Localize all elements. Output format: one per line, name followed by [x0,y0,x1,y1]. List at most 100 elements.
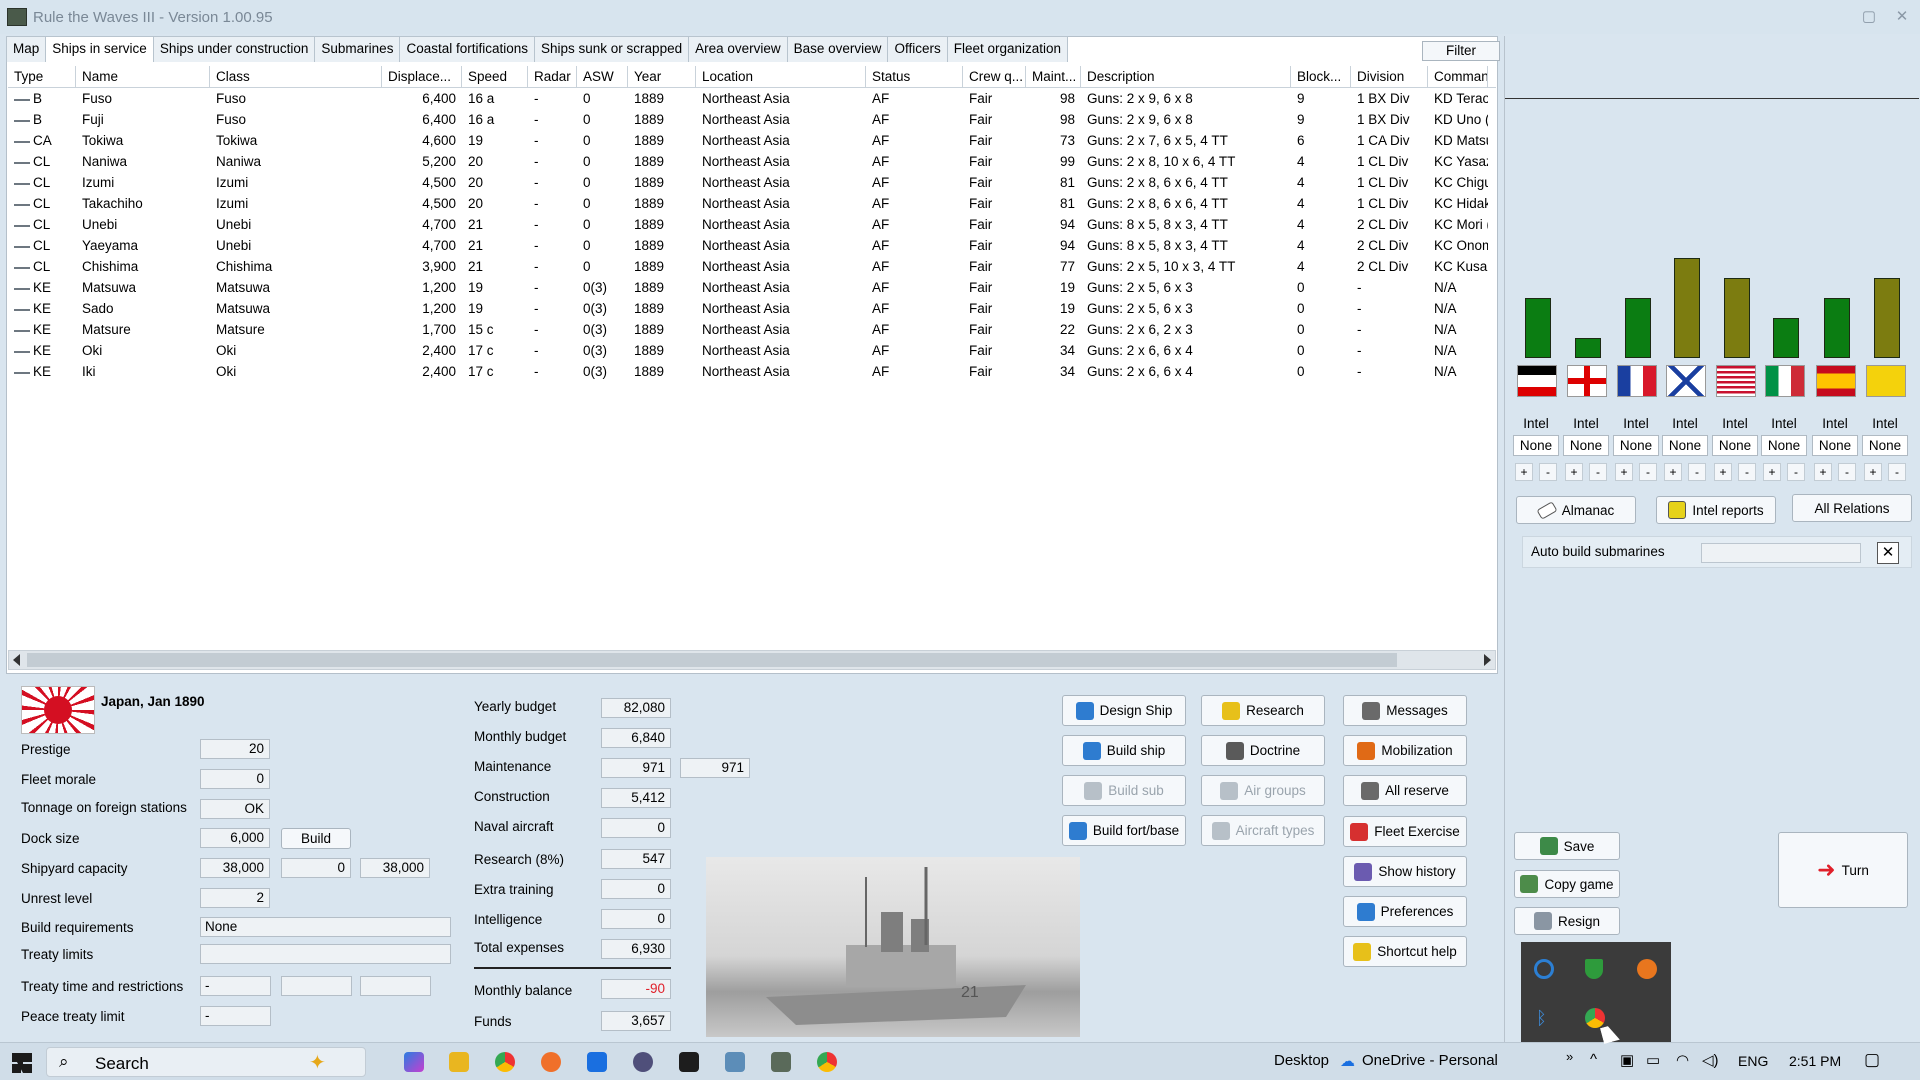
table-row[interactable]: KE Iki Oki 2,400 17 c - 0(3) 1889 Northeast Asia… [8,361,1496,382]
tab-base-overview[interactable]: Base overview [786,36,889,62]
table-row[interactable]: CL Naniwa Naniwa 5,200 20 - 0 1889 Northeast Asi… [8,151,1496,172]
nation-flag[interactable] [1666,365,1706,397]
column-header-block[interactable]: Block... [1291,66,1351,88]
dropbox-icon[interactable] [587,1052,607,1072]
save-button[interactable]: Save [1514,832,1620,860]
auto-build-field[interactable] [1701,543,1861,563]
column-header-command[interactable]: Command [1428,66,1488,88]
rule-the-waves-icon[interactable] [771,1052,791,1072]
table-row[interactable]: CL Unebi Unebi 4,700 21 - 0 1889 Northeast Asia A… [8,214,1496,235]
column-header-displace[interactable]: Displace... [382,66,462,88]
resign-button[interactable]: Resign [1514,907,1620,935]
table-row[interactable]: KE Matsure Matsure 1,700 15 c - 0(3) 1889 Northe… [8,319,1496,340]
column-header-year[interactable]: Year [628,66,696,88]
shortcut-help-button[interactable]: Shortcut help [1343,936,1467,967]
decrease-intel-button[interactable]: - [1688,463,1706,481]
increase-intel-button[interactable]: + [1565,463,1583,481]
messages-button[interactable]: Messages [1343,695,1467,726]
show-hidden-icon[interactable]: ^ [1590,1051,1597,1068]
build-fort-button[interactable]: Build fort/base [1062,815,1186,846]
table-row[interactable]: B Fuso Fuso 6,400 16 a - 0 1889 Northeast Asia AF… [8,88,1496,109]
column-header-name[interactable]: Name [76,66,210,88]
column-header-maint[interactable]: Maint... [1026,66,1081,88]
decrease-intel-button[interactable]: - [1838,463,1856,481]
scrollbar-thumb[interactable] [27,653,1397,667]
table-row[interactable]: CL Chishima Chishima 3,900 21 - 0 1889 Northeast… [8,256,1496,277]
decrease-intel-button[interactable]: - [1589,463,1607,481]
onedrive-label[interactable]: OneDrive - Personal [1362,1052,1498,1069]
table-row[interactable]: KE Oki Oki 2,400 17 c - 0(3) 1889 Northeast Asia… [8,340,1496,361]
air-groups-button[interactable]: Air groups [1201,775,1325,806]
tab-area-overview[interactable]: Area overview [688,36,788,62]
nation-flag[interactable] [1617,365,1657,397]
nation-flag[interactable] [1716,365,1756,397]
tab-officers[interactable]: Officers [887,36,948,62]
intel-reports-button[interactable]: Intel reports [1656,496,1776,524]
bluetooth-icon[interactable]: ᛒ [1536,1008,1547,1029]
vpn-icon[interactable] [633,1052,653,1072]
tab-ships-sunk-or-scrapped[interactable]: Ships sunk or scrapped [534,36,690,62]
close-icon[interactable]: ✕ [1893,7,1911,25]
table-row[interactable]: CL Yaeyama Unebi 4,700 21 - 0 1889 Northeast Asi… [8,235,1496,256]
tab-coastal-fortifications[interactable]: Coastal fortifications [399,36,536,62]
nation-flag[interactable] [1866,365,1906,397]
firefox-icon[interactable] [541,1052,561,1072]
doctrine-button[interactable]: Doctrine [1201,735,1325,766]
network-app-icon[interactable] [725,1052,745,1072]
increase-intel-button[interactable]: + [1814,463,1832,481]
copilot-icon[interactable] [404,1052,424,1072]
table-row[interactable]: CA Tokiwa Tokiwa 4,600 19 - 0 1889 Northeast Asi… [8,130,1496,151]
table-row[interactable]: B Fuji Fuso 6,400 16 a - 0 1889 Northeast Asia AF… [8,109,1496,130]
mobilization-button[interactable]: Mobilization [1343,735,1467,766]
decrease-intel-button[interactable]: - [1738,463,1756,481]
close-icon[interactable]: ✕ [1877,542,1899,564]
build-ship-button[interactable]: Build ship [1062,735,1186,766]
decrease-intel-button[interactable]: - [1787,463,1805,481]
build-sub-button[interactable]: Build sub [1062,775,1186,806]
table-row[interactable]: KE Matsuwa Matsuwa 1,200 19 - 0(3) 1889 Northeas… [8,277,1496,298]
nation-flag[interactable] [1517,365,1557,397]
battery-icon[interactable]: ▭ [1646,1051,1660,1069]
column-header-speed[interactable]: Speed [462,66,528,88]
turn-button[interactable]: ➜ Turn [1778,832,1908,908]
nation-flag[interactable] [1765,365,1805,397]
copy-game-button[interactable]: Copy game [1514,870,1620,898]
chevron-icon[interactable]: » [1566,1049,1573,1064]
increase-intel-button[interactable]: + [1664,463,1682,481]
notification-icon[interactable]: ▢ [1864,1050,1880,1070]
decrease-intel-button[interactable]: - [1639,463,1657,481]
scroll-left-icon[interactable] [13,654,20,666]
tab-map[interactable]: Map [6,36,47,62]
column-header-description[interactable]: Description [1081,66,1291,88]
decrease-intel-button[interactable]: - [1888,463,1906,481]
increase-intel-button[interactable]: + [1714,463,1732,481]
increase-intel-button[interactable]: + [1763,463,1781,481]
monitor-icon[interactable]: ▣ [1620,1051,1634,1069]
tray-app-icon[interactable] [1534,959,1554,979]
sync-app-icon[interactable] [1637,959,1657,979]
preferences-button[interactable]: Preferences [1343,896,1467,927]
fleet-exercise-button[interactable]: Fleet Exercise [1343,816,1467,847]
scroll-right-icon[interactable] [1484,654,1491,666]
increase-intel-button[interactable]: + [1864,463,1882,481]
maximize-icon[interactable]: ▢ [1860,7,1878,25]
tab-ships-under-construction[interactable]: Ships under construction [152,36,316,62]
chrome-icon[interactable] [495,1052,515,1072]
tab-ships-in-service[interactable]: Ships in service [45,36,154,62]
table-row[interactable]: KE Sado Matsuwa 1,200 19 - 0(3) 1889 Northeast A… [8,298,1496,319]
security-shield-icon[interactable] [1585,959,1603,979]
nation-flag[interactable] [1567,365,1607,397]
column-header-type[interactable]: Type [8,66,76,88]
terminal-icon[interactable] [679,1052,699,1072]
decrease-intel-button[interactable]: - [1539,463,1557,481]
research-button[interactable]: Research [1201,695,1325,726]
desktop-toolbar[interactable]: Desktop [1274,1052,1329,1069]
onedrive-icon[interactable]: ☁ [1340,1052,1355,1070]
tab-submarines[interactable]: Submarines [314,36,401,62]
show-history-button[interactable]: Show history [1343,856,1467,887]
column-header-division[interactable]: Division [1351,66,1428,88]
almanac-button[interactable]: Almanac [1516,496,1636,524]
column-header-radar[interactable]: Radar [528,66,577,88]
column-header-status[interactable]: Status [866,66,963,88]
clock[interactable]: 2:51 PM [1789,1053,1841,1069]
